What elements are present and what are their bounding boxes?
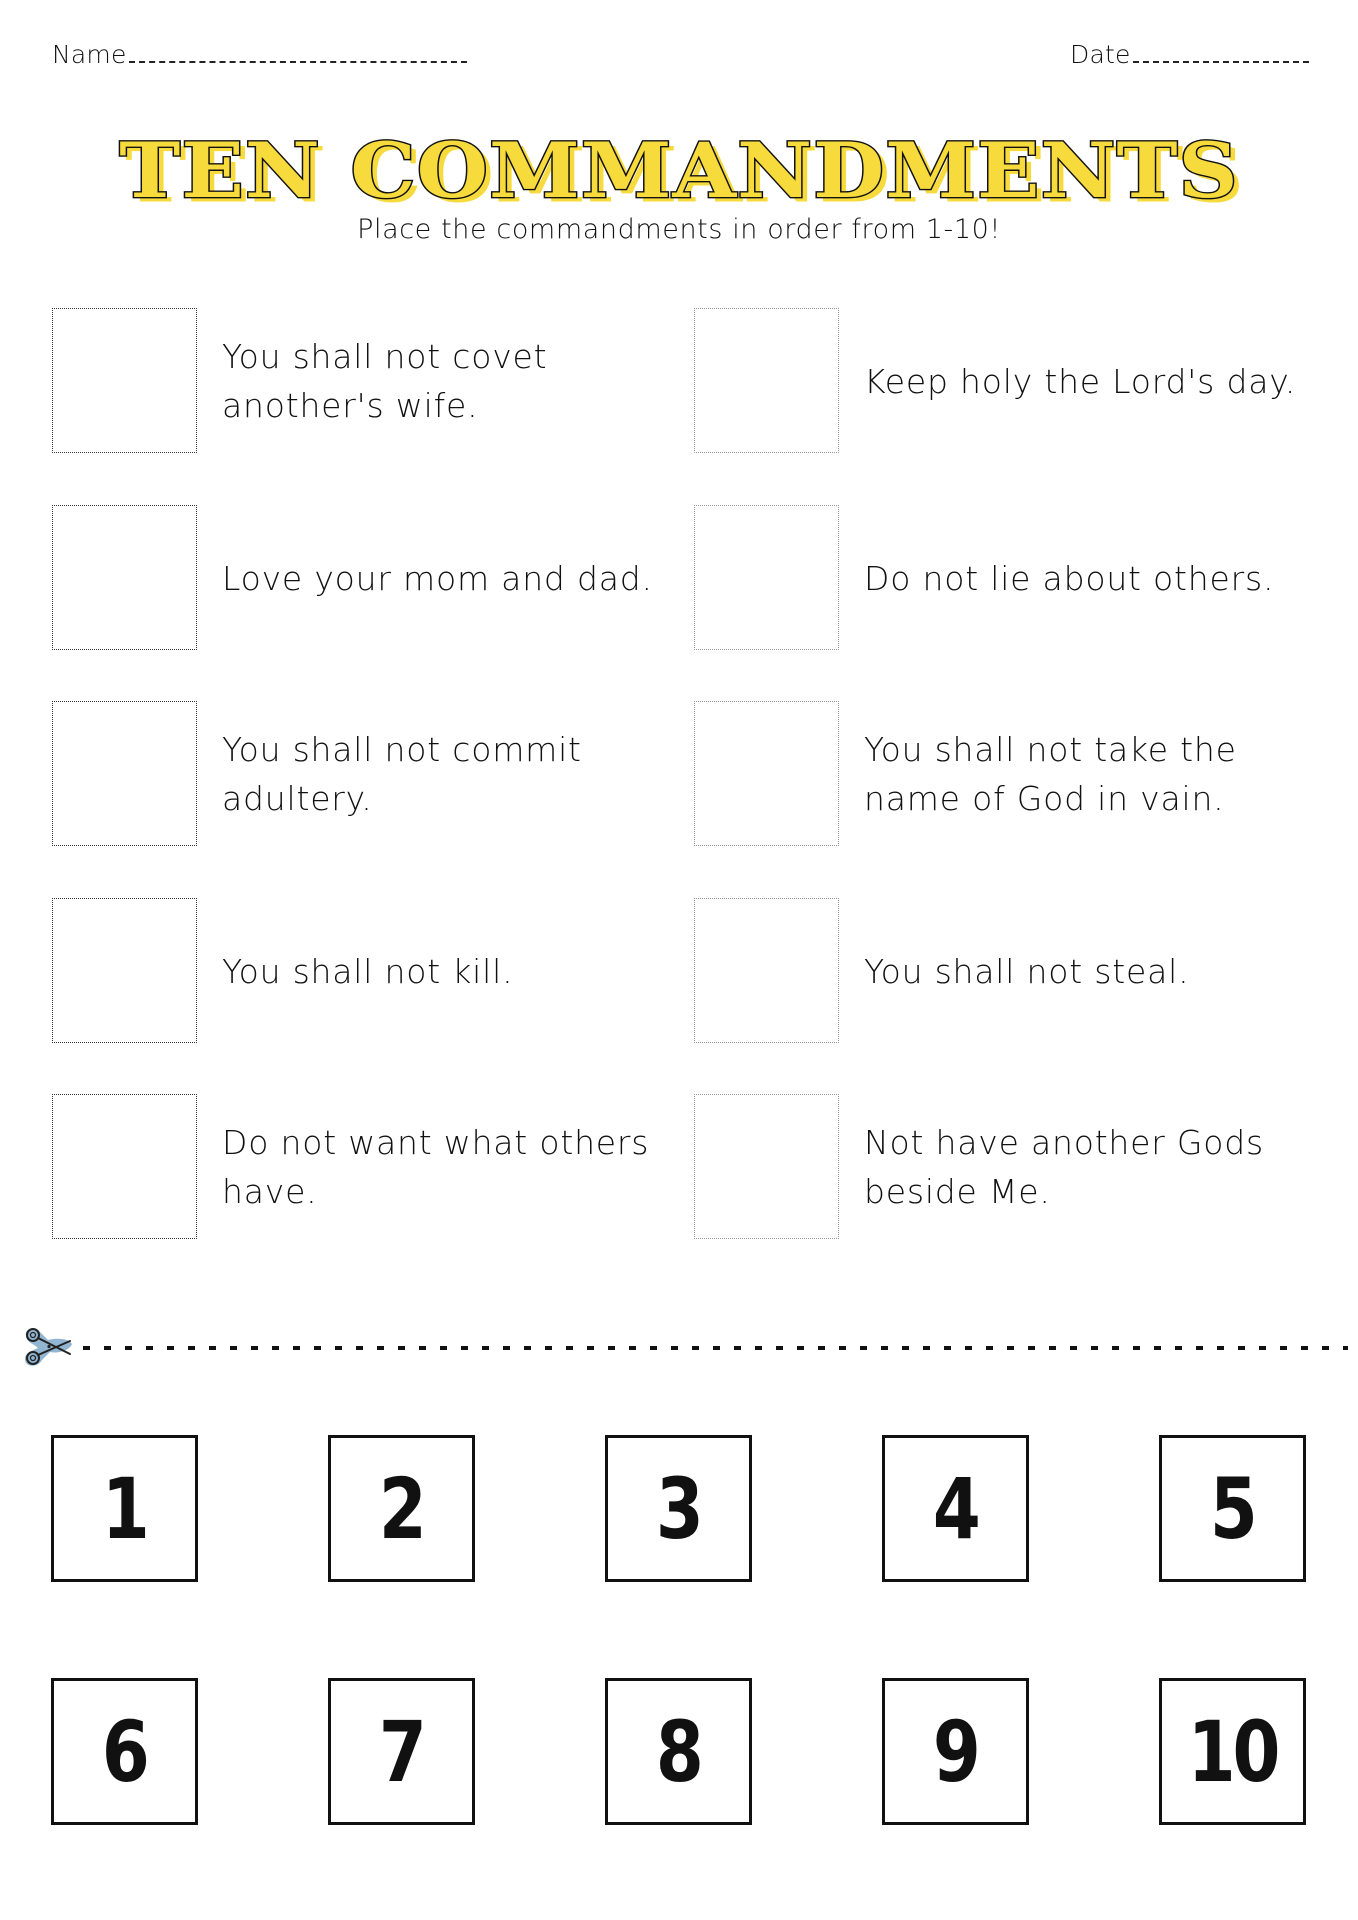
commandment-item: Love your mom and dad. bbox=[52, 505, 652, 651]
name-field[interactable]: Name bbox=[52, 40, 467, 69]
commandment-text: Not have another Gods beside Me. bbox=[864, 1123, 1265, 1211]
number-card-label: 7 bbox=[379, 1702, 427, 1801]
commandment-text: You shall not commit adultery. bbox=[222, 730, 582, 818]
title-text: TEN COMMANDMENTS bbox=[118, 126, 1239, 216]
date-blank-line[interactable] bbox=[1132, 61, 1309, 63]
commandment-text: Do not lie about others. bbox=[864, 558, 1275, 598]
answer-box[interactable] bbox=[52, 505, 197, 650]
name-blank-line[interactable] bbox=[128, 61, 467, 63]
commandment-item: You shall not steal. bbox=[694, 898, 1294, 1044]
commandment-item: You shall not take the name of God in va… bbox=[694, 701, 1294, 847]
commandment-item: Keep holy the Lord's day. bbox=[694, 308, 1295, 454]
commandment-text: Keep holy the Lord's day. bbox=[864, 361, 1297, 401]
commandment-item: Do not lie about others. bbox=[694, 505, 1294, 651]
number-card[interactable]: 1 bbox=[51, 1435, 198, 1582]
number-card-label: 2 bbox=[379, 1459, 427, 1558]
number-card[interactable]: 9 bbox=[882, 1678, 1029, 1825]
commandment-text: You shall not covet another's wife. bbox=[222, 337, 548, 425]
answer-box[interactable] bbox=[52, 898, 197, 1043]
commandment-text: You shall not steal. bbox=[864, 951, 1190, 991]
commandment-item: You shall not covet another's wife. bbox=[52, 308, 652, 454]
number-card[interactable]: 3 bbox=[605, 1435, 752, 1582]
date-field[interactable]: Date bbox=[1070, 40, 1309, 69]
number-card-label: 3 bbox=[656, 1459, 704, 1558]
cut-line bbox=[22, 1322, 1352, 1372]
name-label: Name bbox=[52, 40, 127, 69]
number-card-label: 6 bbox=[102, 1702, 150, 1801]
number-card[interactable]: 5 bbox=[1159, 1435, 1306, 1582]
answer-box[interactable] bbox=[694, 898, 839, 1043]
answer-box[interactable] bbox=[52, 308, 197, 453]
number-card-label: 1 bbox=[102, 1459, 150, 1558]
commandment-text: Do not want what others have. bbox=[222, 1123, 650, 1211]
commandment-item: You shall not commit adultery. bbox=[52, 701, 652, 847]
number-card[interactable]: 6 bbox=[51, 1678, 198, 1825]
date-label: Date bbox=[1070, 40, 1131, 69]
commandment-text: You shall not take the name of God in va… bbox=[864, 730, 1237, 818]
answer-box[interactable] bbox=[694, 308, 839, 453]
number-card-label: 4 bbox=[933, 1459, 981, 1558]
number-card[interactable]: 2 bbox=[328, 1435, 475, 1582]
commandment-text: Love your mom and dad. bbox=[222, 558, 653, 598]
number-card-label: 10 bbox=[1187, 1702, 1281, 1801]
instructions: Place the commandments in order from 1-1… bbox=[357, 214, 1001, 245]
page-title: TEN COMMANDMENTS TEN COMMANDMENTS bbox=[118, 126, 1244, 218]
commandment-item: Do not want what others have. bbox=[52, 1094, 652, 1240]
answer-box[interactable] bbox=[52, 1094, 197, 1239]
number-card[interactable]: 8 bbox=[605, 1678, 752, 1825]
title-block: TEN COMMANDMENTS TEN COMMANDMENTS bbox=[0, 126, 1358, 218]
answer-box[interactable] bbox=[694, 701, 839, 846]
number-card-label: 8 bbox=[656, 1702, 704, 1801]
answer-box[interactable] bbox=[694, 1094, 839, 1239]
commandment-text: You shall not kill. bbox=[222, 951, 514, 991]
scissors-icon bbox=[24, 1328, 72, 1366]
commandment-item: Not have another Gods beside Me. bbox=[694, 1094, 1294, 1240]
answer-box[interactable] bbox=[52, 701, 197, 846]
number-card[interactable]: 7 bbox=[328, 1678, 475, 1825]
number-card[interactable]: 10 bbox=[1159, 1678, 1306, 1825]
commandment-item: You shall not kill. bbox=[52, 898, 652, 1044]
answer-box[interactable] bbox=[694, 505, 839, 650]
number-card[interactable]: 4 bbox=[882, 1435, 1029, 1582]
number-card-label: 9 bbox=[933, 1702, 981, 1801]
dashed-cut-line bbox=[83, 1346, 1348, 1350]
number-card-label: 5 bbox=[1210, 1459, 1258, 1558]
